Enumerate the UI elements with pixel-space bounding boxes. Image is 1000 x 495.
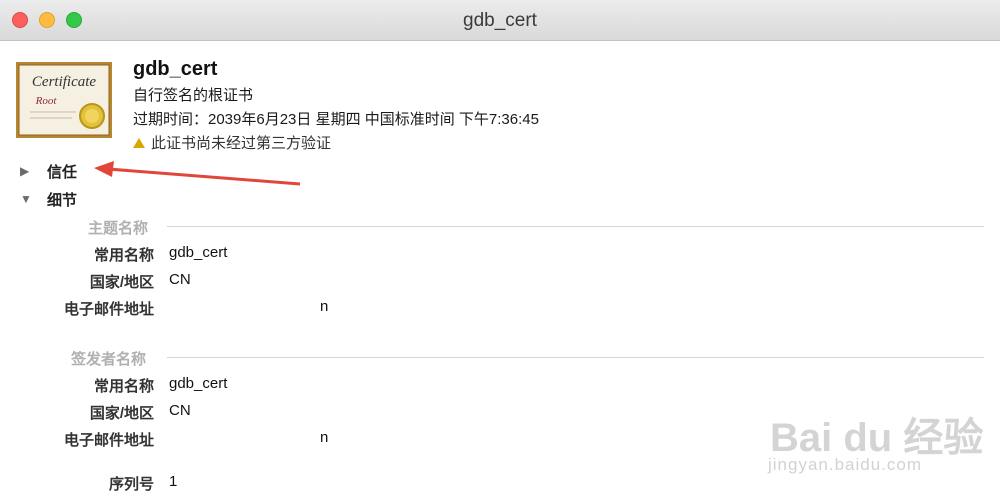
issuer-country-label: 国家/地区 [89, 405, 154, 422]
issuer-name-heading: 签发者名称 [71, 351, 147, 368]
issuer-divider [167, 357, 984, 358]
issuer-email-value: n [320, 429, 329, 446]
issuer-country-value: CN [169, 402, 191, 419]
watermark-url: jingyan.baidu.com [768, 455, 923, 474]
subject-country-value: CN [169, 271, 191, 288]
subject-name-heading: 主题名称 [88, 220, 149, 237]
subject-email-value: n [320, 298, 329, 315]
subject-common-name-value: gdb_cert [169, 244, 228, 261]
serial-number-value: 1 [169, 473, 178, 490]
subject-country-label: 国家/地区 [89, 274, 154, 291]
issuer-common-name-value: gdb_cert [169, 375, 228, 392]
subject-email-label: 电子邮件地址 [63, 301, 154, 318]
subject-common-name-label: 常用名称 [93, 247, 154, 264]
serial-number-label: 序列号 [108, 476, 154, 493]
issuer-email-label: 电子邮件地址 [63, 432, 154, 449]
issuer-common-name-label: 常用名称 [93, 378, 154, 395]
subject-divider [167, 226, 984, 227]
